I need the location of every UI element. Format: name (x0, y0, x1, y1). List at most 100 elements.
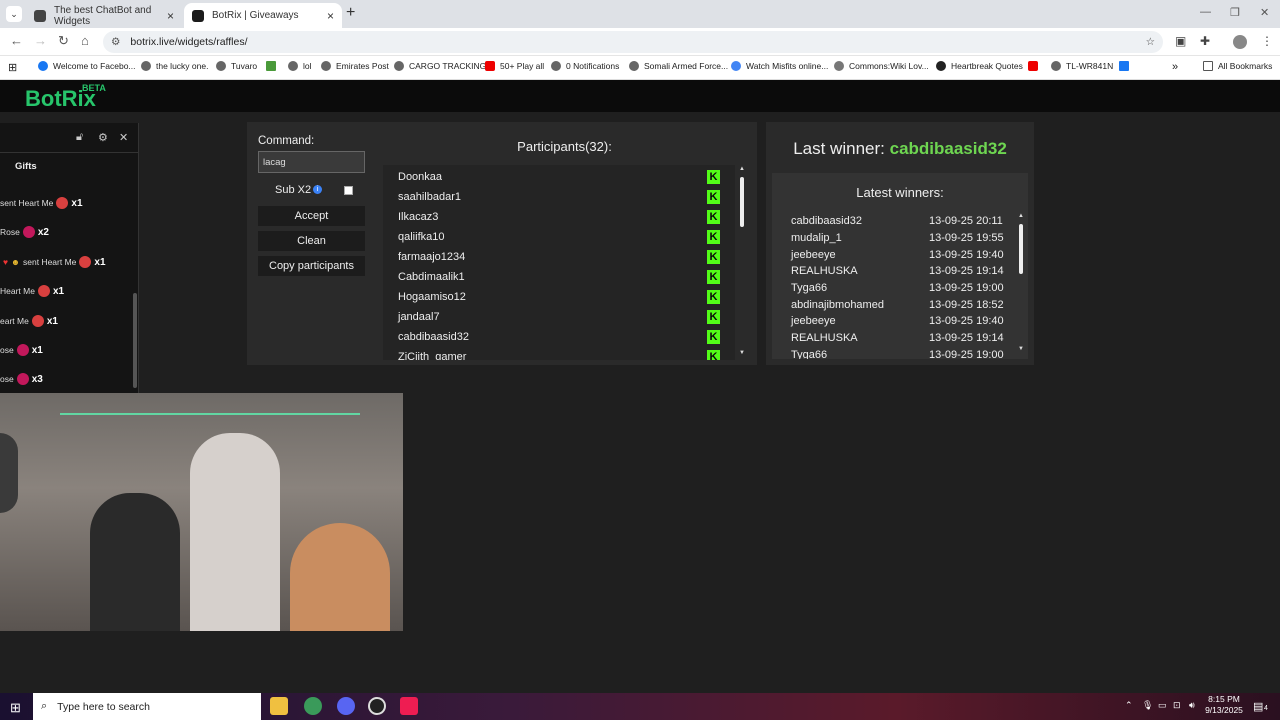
tab-chatbot[interactable]: The best ChatBot and Widgets × (26, 3, 182, 28)
forward-icon[interactable]: → (34, 33, 47, 48)
heart-emoji-icon: ♥ (3, 257, 9, 267)
lock-icon[interactable]: 🔓︎ (76, 131, 83, 144)
bookmark-item[interactable]: TL-WR841N (1051, 61, 1113, 71)
scroll-thumb[interactable] (1019, 224, 1023, 274)
back-icon[interactable]: ← (10, 33, 23, 48)
bookmark-item[interactable]: Somali Armed Force... (629, 61, 728, 71)
scroll-up-icon[interactable]: ▲ (1018, 213, 1024, 219)
notifications-icon[interactable]: ▤ (1253, 700, 1263, 713)
participants-list: Doonkaa K saahilbadar1 K Ilkacaz3 K qali… (383, 165, 735, 360)
scroll-up-icon[interactable]: ▲ (739, 166, 745, 172)
bookmark-item[interactable]: Commons:Wiki Lov... (834, 61, 929, 71)
accept-button[interactable]: Accept (258, 206, 365, 226)
taskbar-clock[interactable]: 8:15 PM 9/13/2025 (1204, 694, 1244, 716)
kick-icon: K (707, 270, 720, 284)
scroll-thumb[interactable] (740, 177, 744, 227)
gift-line: ose x1 (0, 344, 43, 356)
bookmark-item[interactable]: Watch Misfits online... (731, 61, 828, 71)
site-header: BotRix BETA (0, 80, 1280, 112)
winner-date: 13-09-25 19:14 (929, 265, 1004, 277)
copy-participants-button[interactable]: Copy participants (258, 256, 365, 276)
globe-icon (321, 61, 331, 71)
chrome-icon[interactable] (304, 697, 322, 715)
tab-title: The best ChatBot and Widgets (54, 4, 152, 27)
bookmark-item[interactable] (1119, 61, 1134, 71)
bookmark-favicon (266, 61, 276, 71)
tab-favicon (192, 9, 204, 22)
participant-name: Doonkaa (398, 171, 443, 183)
site-info-icon[interactable]: ⚙ (111, 36, 120, 48)
maximize-button[interactable]: ❐ (1230, 6, 1240, 19)
network-icon[interactable]: ⊡ (1173, 700, 1181, 711)
tab-botrix-giveaways[interactable]: BotRix | Giveaways × (184, 3, 342, 28)
file-explorer-icon[interactable] (270, 697, 288, 715)
obs-icon[interactable] (368, 697, 386, 715)
new-tab-button[interactable]: + (346, 4, 355, 22)
extensions-puzzle-icon[interactable]: ✚ (1200, 34, 1210, 48)
battery-icon[interactable]: ▭ (1158, 700, 1167, 711)
bookmark-item[interactable]: Tuvaro (216, 61, 257, 71)
person-right (290, 523, 390, 631)
bookmark-item[interactable] (266, 61, 281, 71)
windows-start-icon[interactable]: ⊞ (10, 700, 21, 716)
volume-icon[interactable]: 🔊︎ (1189, 700, 1195, 711)
gift-line: Rose x2 (0, 226, 49, 238)
bookmark-item[interactable]: CARGO TRACKING (394, 61, 486, 71)
reload-icon[interactable]: ↻ (58, 33, 69, 49)
tiktok-icon[interactable] (400, 697, 418, 715)
command-input[interactable] (258, 151, 365, 173)
scroll-down-icon[interactable]: ▼ (1018, 346, 1024, 352)
bookmark-item[interactable]: the lucky one. (141, 61, 208, 71)
close-window-button[interactable]: ✕ (1260, 6, 1269, 19)
bookmark-item[interactable]: 50+ Play all (485, 61, 544, 71)
winner-date: 13-09-25 19:14 (929, 332, 1004, 344)
all-bookmarks-folder[interactable]: All Bookmarks (1203, 61, 1272, 71)
scroll-down-icon[interactable]: ▼ (739, 350, 745, 356)
winner-date: 13-09-25 19:40 (929, 249, 1004, 261)
sub-x2-label: Sub X2 (275, 184, 312, 196)
bookmark-item[interactable]: Heartbreak Quotes (936, 61, 1023, 71)
bookmark-item[interactable] (1028, 61, 1043, 71)
globe-icon (629, 61, 639, 71)
beta-badge: BETA (82, 83, 106, 93)
extension-icon[interactable]: ▣ (1175, 34, 1186, 48)
sub-x2-checkbox[interactable] (344, 186, 353, 195)
info-icon[interactable]: i (313, 185, 322, 194)
chat-scrollbar[interactable] (133, 293, 137, 388)
participants-scrollbar[interactable]: ▲ ▼ (737, 165, 747, 360)
discord-icon[interactable] (337, 697, 355, 715)
close-icon[interactable]: ✕ (119, 131, 128, 144)
bookmark-star-icon[interactable]: ☆ (1146, 36, 1155, 48)
close-tab-icon[interactable]: × (167, 9, 174, 23)
winner-name: jeebeeye (791, 249, 836, 261)
profile-avatar[interactable] (1233, 35, 1247, 49)
tray-chevron-icon[interactable]: ⌃ (1125, 700, 1133, 711)
bookmark-item[interactable]: lol (288, 61, 312, 71)
bookmark-item[interactable]: Emirates Post (321, 61, 389, 71)
winners-scrollbar[interactable]: ▲ ▼ (1016, 213, 1026, 358)
bookmark-item[interactable]: Welcome to Facebo... (38, 61, 136, 71)
command-label: Command: (258, 135, 315, 147)
home-icon[interactable]: ⌂ (81, 33, 89, 48)
gift-line: ose x3 (0, 373, 43, 385)
apps-grid-icon[interactable]: ⊞ (8, 61, 17, 74)
raffle-panel: Command: Sub X2 i Accept Clean Copy part… (247, 122, 757, 365)
kick-icon: K (707, 170, 720, 184)
winner-date: 13-09-25 20:11 (929, 215, 1003, 227)
windows-taskbar: ⊞ ⌕ Type here to search ⌃ 🎙︎ ▭ ⊡ 🔊︎ 8:15… (0, 693, 1280, 720)
more-bookmarks-icon[interactable]: » (1172, 61, 1178, 73)
menu-kebab-icon[interactable]: ⋮ (1261, 34, 1273, 48)
gifts-tab[interactable]: Gifts (15, 161, 37, 172)
settings-gear-icon[interactable]: ⚙ (98, 131, 108, 144)
winner-name: Tyga66 (791, 282, 828, 294)
kick-icon: K (707, 310, 720, 324)
clean-button[interactable]: Clean (258, 231, 365, 251)
address-bar[interactable]: ⚙ botrix.live/widgets/raffles/ ☆ (103, 31, 1163, 53)
close-tab-icon[interactable]: × (327, 9, 334, 23)
microphone-icon[interactable]: 🎙︎ (1142, 700, 1153, 711)
taskbar-search[interactable]: ⌕ Type here to search (33, 693, 261, 720)
minimize-button[interactable]: — (1200, 6, 1211, 18)
tab-search-button[interactable]: ⌄ (6, 6, 22, 22)
heart-gift-icon (31, 315, 44, 327)
bookmark-item[interactable]: 0 Notifications (551, 61, 619, 71)
